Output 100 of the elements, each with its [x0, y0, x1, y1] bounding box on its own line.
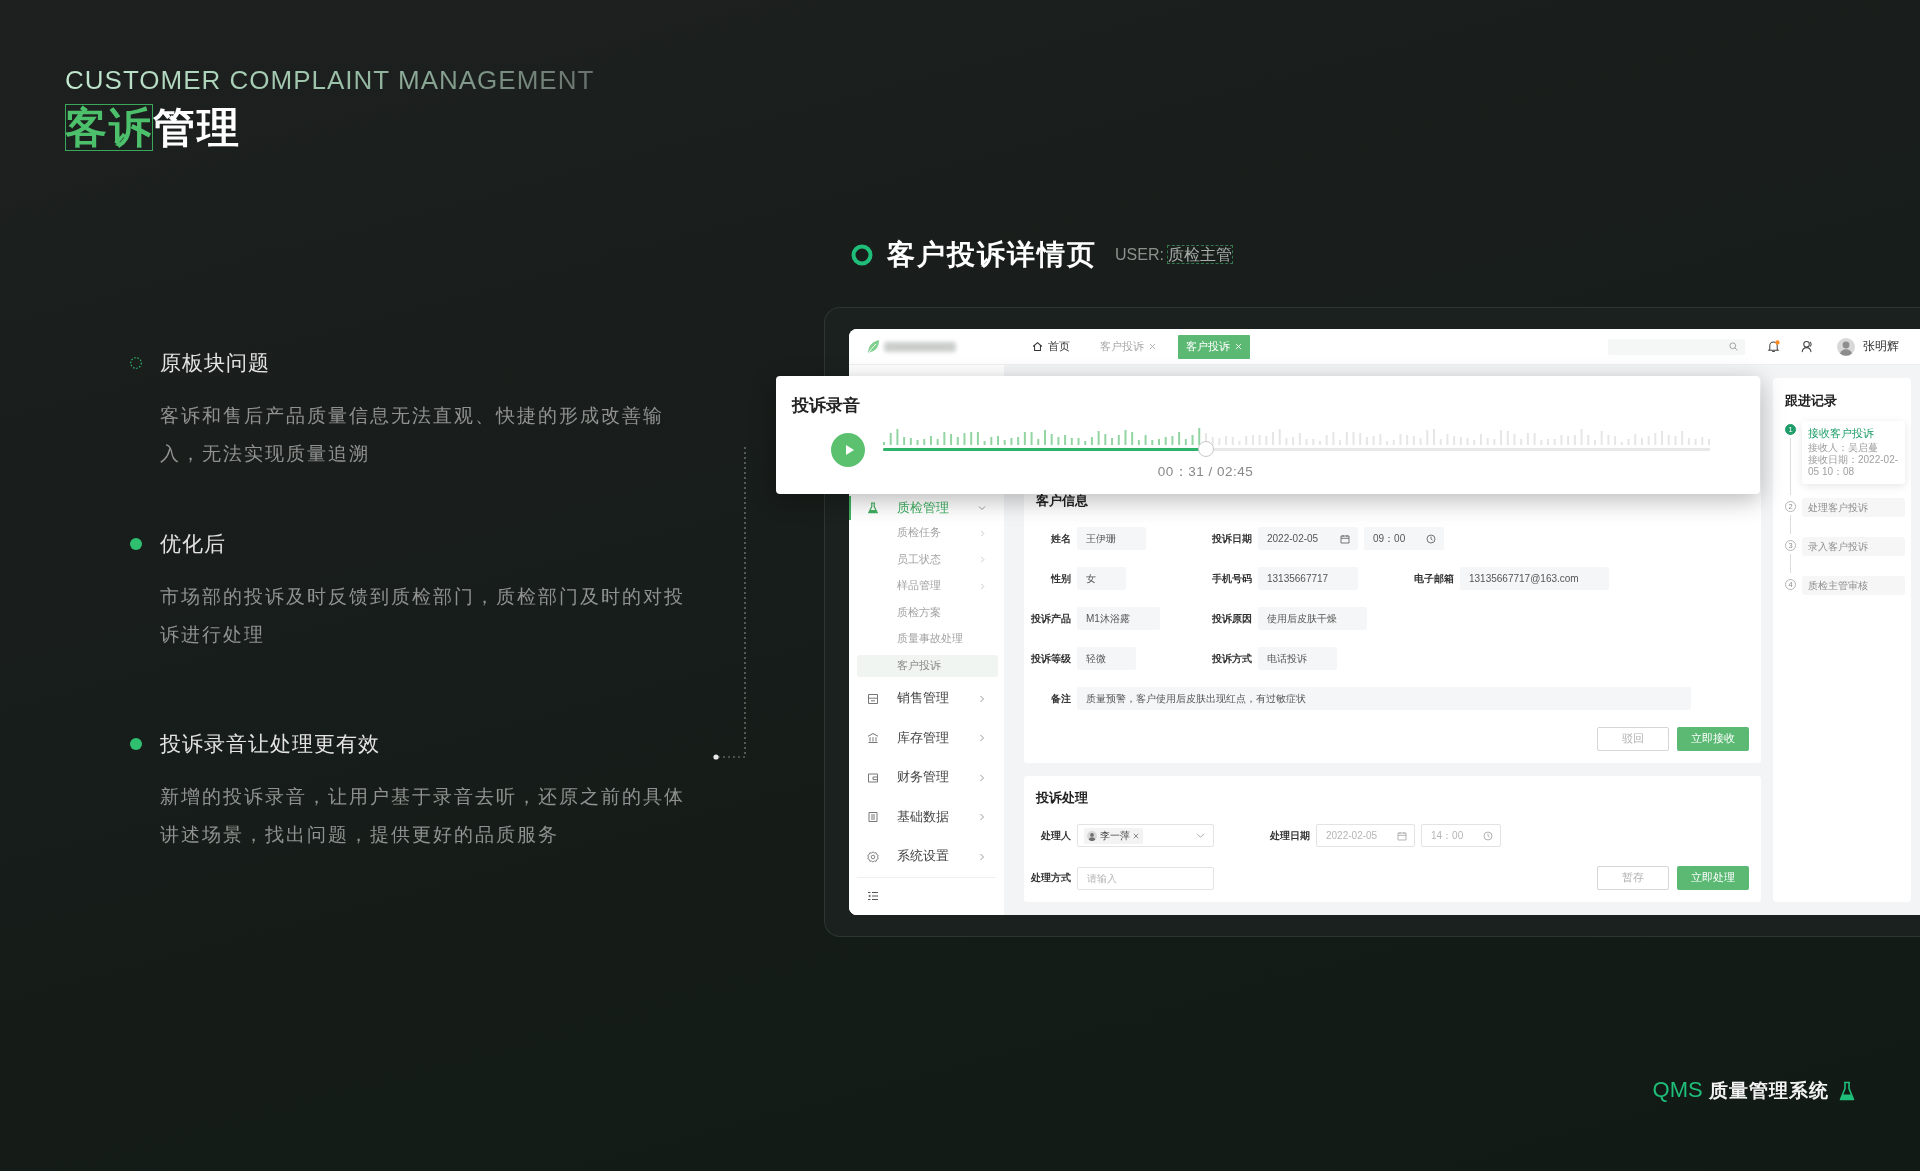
step-card[interactable]: 质检主管审核	[1802, 576, 1905, 595]
field-label: 投诉日期	[1211, 531, 1252, 546]
panel-title: 投诉录音	[792, 396, 861, 416]
field-label: 备注	[1050, 691, 1071, 706]
play-icon	[844, 444, 855, 456]
step-title: 接收客户投诉	[1808, 426, 1875, 440]
step-title: 录入客户投诉	[1808, 541, 1869, 552]
avatar-icon[interactable]	[1837, 337, 1855, 356]
field-label: 电子邮箱	[1413, 571, 1454, 586]
field-label: 性别	[1049, 571, 1071, 586]
step-card[interactable]: 处理客户投诉	[1802, 498, 1905, 517]
play-button[interactable]	[831, 433, 865, 467]
info-field: 13135667717@163.com	[1460, 567, 1609, 590]
slider-thumb[interactable]	[1197, 441, 1214, 457]
time-field[interactable]: 09：00	[1364, 527, 1444, 550]
settings-icon	[867, 850, 879, 863]
chevron-right-icon	[979, 556, 986, 564]
screen-title: 客户投诉详情页	[887, 238, 1097, 272]
bell-icon[interactable]	[1767, 340, 1780, 353]
date-field[interactable]: 2022-02-05	[1258, 527, 1358, 550]
playback-time: 00：31 / 02:45	[1157, 464, 1254, 480]
submenu-item[interactable]: 质检任务	[857, 522, 998, 544]
process-button[interactable]: 立即处理	[1677, 866, 1749, 890]
step-detail: 接收日期：2022-02-05 10：08	[1808, 454, 1899, 478]
home-icon	[1032, 341, 1043, 352]
input-field[interactable]: 请输入	[1077, 866, 1214, 890]
chevron-right-icon	[979, 529, 986, 537]
calendar-icon	[1340, 533, 1350, 544]
register-icon	[867, 692, 879, 705]
user-tag[interactable]: 李一萍	[1084, 827, 1143, 844]
tab[interactable]: 客户投诉	[1092, 334, 1164, 359]
submenu-item[interactable]: 客户投诉	[857, 655, 998, 677]
calendar-icon	[1397, 830, 1407, 841]
remarks-field: 质量预警，客户使用后皮肤出现红点，有过敏症状	[1077, 687, 1691, 710]
menu-item[interactable]: 质检管理	[849, 496, 1004, 520]
search-icon[interactable]	[1729, 342, 1738, 351]
search-field[interactable]	[1608, 338, 1745, 355]
date-field[interactable]: 2022-02-05	[1316, 824, 1415, 847]
info-field: 电话投诉	[1258, 647, 1337, 670]
wallet-icon	[867, 771, 879, 784]
menu-collapse-icon[interactable]	[867, 889, 879, 902]
field-label: 处理日期	[1269, 828, 1310, 843]
field-label: 投诉原因	[1211, 611, 1252, 626]
submenu-item[interactable]: 质量事故处理	[857, 628, 998, 650]
step-card[interactable]: 录入客户投诉	[1802, 537, 1905, 556]
dot-icon	[130, 538, 142, 550]
field-label: 处理方式	[1030, 871, 1071, 885]
menu-item[interactable]: 系统设置	[849, 837, 1004, 877]
submenu-item[interactable]: 质检方案	[857, 602, 998, 624]
menu-item[interactable]: 财务管理	[849, 758, 1004, 798]
flask-icon	[867, 502, 879, 514]
card-title: 客户信息	[1036, 492, 1089, 510]
field-label: 手机号码	[1211, 571, 1252, 586]
chevron-right-icon	[979, 582, 986, 590]
chevron-down-icon	[1196, 832, 1205, 839]
panel-title: 跟进记录	[1785, 392, 1838, 410]
info-field: 王伊珊	[1077, 527, 1146, 550]
field-label: 投诉方式	[1211, 651, 1252, 666]
point-heading: 优化后	[160, 531, 227, 557]
time-field[interactable]: 14：00	[1421, 824, 1501, 847]
info-field: 13135667717	[1258, 567, 1359, 590]
tab[interactable]: 首页	[1024, 334, 1078, 359]
point-description: 新增的投诉录音，让用户基于录音去听，还原之前的具体讲述场景，找出问题，提供更好的品质服务	[160, 785, 686, 847]
close-icon[interactable]	[1149, 343, 1156, 350]
point-description: 客诉和售后产品质量信息无法直观、快捷的形成改善输入，无法实现质量追溯	[160, 404, 665, 466]
step-card[interactable]: 接收客户投诉 接收人：吴启蔓 接收日期：2022-02-05 10：08	[1802, 421, 1905, 484]
avatar-icon	[1087, 830, 1097, 841]
document-icon	[867, 811, 879, 824]
point-heading: 原板块问题	[160, 350, 271, 376]
step-detail: 接收人：吴启蔓	[1808, 442, 1879, 454]
submenu-item[interactable]: 样品管理	[857, 575, 998, 597]
info-field: 女	[1077, 567, 1126, 590]
field-label: 处理人	[1040, 828, 1071, 843]
user-name: 张明辉	[1863, 338, 1899, 355]
menu-item[interactable]: 库存管理	[849, 718, 1004, 758]
field-label: 投诉等级	[1030, 651, 1071, 666]
tab[interactable]: 客户投诉	[1178, 334, 1250, 359]
point-heading: 投诉录音让处理更有效	[160, 731, 381, 757]
user-role-label: USER: 质检主管	[1115, 244, 1233, 265]
save-draft-button[interactable]: 暂存	[1597, 866, 1669, 890]
section-title: 客诉管理	[65, 103, 241, 153]
accept-button[interactable]: 立即接收	[1677, 727, 1749, 751]
card-title: 投诉处理	[1036, 789, 1089, 807]
submenu-item[interactable]: 员工状态	[857, 549, 998, 571]
step-title: 质检主管审核	[1808, 580, 1869, 591]
blurred-logo	[884, 341, 956, 352]
close-icon[interactable]	[1133, 832, 1139, 839]
ring-icon	[851, 244, 873, 266]
leaf-logo-icon	[866, 338, 880, 355]
info-field: 使用后皮肤干燥	[1258, 607, 1367, 630]
reject-button[interactable]: 驳回	[1597, 727, 1669, 751]
clock-icon	[1483, 830, 1493, 841]
info-field: 轻微	[1077, 647, 1136, 670]
dot-icon	[130, 738, 142, 750]
menu-item[interactable]: 销售管理	[849, 679, 1004, 719]
menu-item[interactable]: 基础数据	[849, 797, 1004, 837]
step-title: 处理客户投诉	[1808, 502, 1869, 513]
handler-select[interactable]: 李一萍	[1077, 824, 1214, 847]
point-description: 市场部的投诉及时反馈到质检部门，质检部门及时的对投诉进行处理	[160, 585, 686, 647]
user-icon[interactable]	[1801, 340, 1814, 353]
